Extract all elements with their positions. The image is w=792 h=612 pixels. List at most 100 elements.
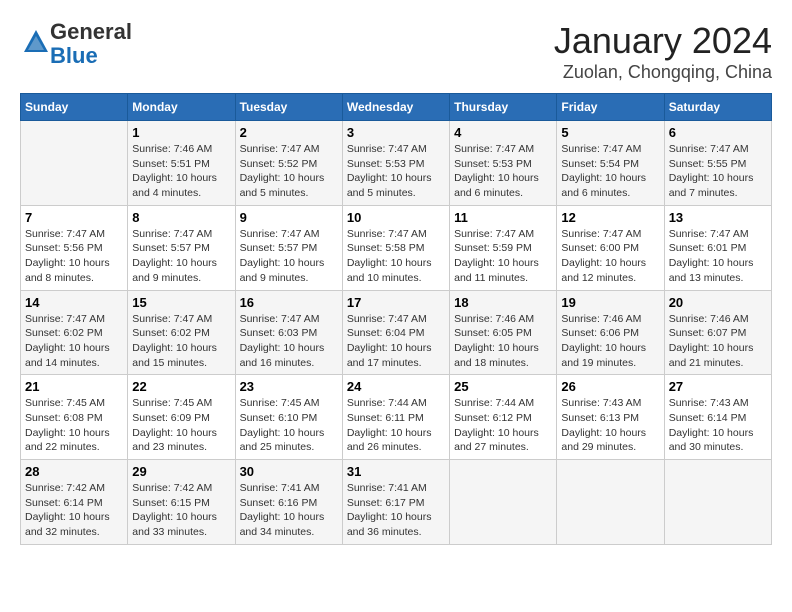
day-info: Sunrise: 7:44 AMSunset: 6:11 PMDaylight:…: [347, 396, 445, 455]
calendar-cell: 24 Sunrise: 7:44 AMSunset: 6:11 PMDaylig…: [342, 375, 449, 460]
calendar-cell: 29 Sunrise: 7:42 AMSunset: 6:15 PMDaylig…: [128, 460, 235, 545]
day-info: Sunrise: 7:46 AMSunset: 5:51 PMDaylight:…: [132, 142, 230, 201]
col-monday: Monday: [128, 94, 235, 121]
calendar-cell: 27 Sunrise: 7:43 AMSunset: 6:14 PMDaylig…: [664, 375, 771, 460]
calendar-cell: 9 Sunrise: 7:47 AMSunset: 5:57 PMDayligh…: [235, 205, 342, 290]
day-number: 23: [240, 379, 338, 394]
calendar-cell: 11 Sunrise: 7:47 AMSunset: 5:59 PMDaylig…: [450, 205, 557, 290]
calendar-cell: 20 Sunrise: 7:46 AMSunset: 6:07 PMDaylig…: [664, 290, 771, 375]
day-number: 25: [454, 379, 552, 394]
calendar-cell: 21 Sunrise: 7:45 AMSunset: 6:08 PMDaylig…: [21, 375, 128, 460]
calendar-cell: 23 Sunrise: 7:45 AMSunset: 6:10 PMDaylig…: [235, 375, 342, 460]
col-thursday: Thursday: [450, 94, 557, 121]
day-number: 5: [561, 125, 659, 140]
col-tuesday: Tuesday: [235, 94, 342, 121]
logo: General Blue: [20, 20, 132, 68]
calendar-cell: 30 Sunrise: 7:41 AMSunset: 6:16 PMDaylig…: [235, 460, 342, 545]
day-number: 22: [132, 379, 230, 394]
logo-text: General Blue: [50, 20, 132, 68]
page-subtitle: Zuolan, Chongqing, China: [554, 62, 772, 83]
day-info: Sunrise: 7:46 AMSunset: 6:05 PMDaylight:…: [454, 312, 552, 371]
day-info: Sunrise: 7:42 AMSunset: 6:15 PMDaylight:…: [132, 481, 230, 540]
day-number: 31: [347, 464, 445, 479]
calendar-cell: 26 Sunrise: 7:43 AMSunset: 6:13 PMDaylig…: [557, 375, 664, 460]
calendar-cell: 8 Sunrise: 7:47 AMSunset: 5:57 PMDayligh…: [128, 205, 235, 290]
day-number: 21: [25, 379, 123, 394]
day-info: Sunrise: 7:47 AMSunset: 6:00 PMDaylight:…: [561, 227, 659, 286]
day-number: 16: [240, 295, 338, 310]
day-number: 9: [240, 210, 338, 225]
week-row-1: 1 Sunrise: 7:46 AMSunset: 5:51 PMDayligh…: [21, 121, 772, 206]
day-info: Sunrise: 7:41 AMSunset: 6:16 PMDaylight:…: [240, 481, 338, 540]
day-info: Sunrise: 7:46 AMSunset: 6:06 PMDaylight:…: [561, 312, 659, 371]
day-number: 2: [240, 125, 338, 140]
day-number: 29: [132, 464, 230, 479]
day-info: Sunrise: 7:47 AMSunset: 5:56 PMDaylight:…: [25, 227, 123, 286]
calendar-cell: 19 Sunrise: 7:46 AMSunset: 6:06 PMDaylig…: [557, 290, 664, 375]
day-info: Sunrise: 7:47 AMSunset: 6:02 PMDaylight:…: [25, 312, 123, 371]
week-row-5: 28 Sunrise: 7:42 AMSunset: 6:14 PMDaylig…: [21, 460, 772, 545]
day-number: 19: [561, 295, 659, 310]
day-info: Sunrise: 7:45 AMSunset: 6:10 PMDaylight:…: [240, 396, 338, 455]
calendar-cell: 16 Sunrise: 7:47 AMSunset: 6:03 PMDaylig…: [235, 290, 342, 375]
day-number: 14: [25, 295, 123, 310]
day-info: Sunrise: 7:47 AMSunset: 5:57 PMDaylight:…: [132, 227, 230, 286]
calendar-cell: 25 Sunrise: 7:44 AMSunset: 6:12 PMDaylig…: [450, 375, 557, 460]
day-info: Sunrise: 7:47 AMSunset: 5:55 PMDaylight:…: [669, 142, 767, 201]
day-number: 26: [561, 379, 659, 394]
calendar-cell: 31 Sunrise: 7:41 AMSunset: 6:17 PMDaylig…: [342, 460, 449, 545]
day-info: Sunrise: 7:45 AMSunset: 6:08 PMDaylight:…: [25, 396, 123, 455]
calendar-cell: [450, 460, 557, 545]
day-number: 24: [347, 379, 445, 394]
day-info: Sunrise: 7:47 AMSunset: 5:53 PMDaylight:…: [347, 142, 445, 201]
day-info: Sunrise: 7:47 AMSunset: 6:04 PMDaylight:…: [347, 312, 445, 371]
page-title: January 2024: [554, 20, 772, 62]
calendar-cell: 17 Sunrise: 7:47 AMSunset: 6:04 PMDaylig…: [342, 290, 449, 375]
calendar-cell: [664, 460, 771, 545]
day-info: Sunrise: 7:47 AMSunset: 5:52 PMDaylight:…: [240, 142, 338, 201]
week-row-3: 14 Sunrise: 7:47 AMSunset: 6:02 PMDaylig…: [21, 290, 772, 375]
day-info: Sunrise: 7:47 AMSunset: 5:53 PMDaylight:…: [454, 142, 552, 201]
day-info: Sunrise: 7:43 AMSunset: 6:14 PMDaylight:…: [669, 396, 767, 455]
day-info: Sunrise: 7:47 AMSunset: 6:02 PMDaylight:…: [132, 312, 230, 371]
page-header: General Blue January 2024 Zuolan, Chongq…: [20, 20, 772, 83]
day-number: 18: [454, 295, 552, 310]
logo-icon: [22, 28, 50, 56]
day-number: 20: [669, 295, 767, 310]
day-number: 13: [669, 210, 767, 225]
header-row: Sunday Monday Tuesday Wednesday Thursday…: [21, 94, 772, 121]
day-info: Sunrise: 7:41 AMSunset: 6:17 PMDaylight:…: [347, 481, 445, 540]
calendar-cell: 14 Sunrise: 7:47 AMSunset: 6:02 PMDaylig…: [21, 290, 128, 375]
day-number: 8: [132, 210, 230, 225]
day-info: Sunrise: 7:47 AMSunset: 5:54 PMDaylight:…: [561, 142, 659, 201]
day-info: Sunrise: 7:47 AMSunset: 5:58 PMDaylight:…: [347, 227, 445, 286]
calendar-cell: 12 Sunrise: 7:47 AMSunset: 6:00 PMDaylig…: [557, 205, 664, 290]
calendar-cell: 2 Sunrise: 7:47 AMSunset: 5:52 PMDayligh…: [235, 121, 342, 206]
day-number: 27: [669, 379, 767, 394]
calendar-cell: 7 Sunrise: 7:47 AMSunset: 5:56 PMDayligh…: [21, 205, 128, 290]
day-info: Sunrise: 7:46 AMSunset: 6:07 PMDaylight:…: [669, 312, 767, 371]
day-number: 15: [132, 295, 230, 310]
week-row-2: 7 Sunrise: 7:47 AMSunset: 5:56 PMDayligh…: [21, 205, 772, 290]
calendar-cell: [557, 460, 664, 545]
day-info: Sunrise: 7:45 AMSunset: 6:09 PMDaylight:…: [132, 396, 230, 455]
day-info: Sunrise: 7:47 AMSunset: 5:59 PMDaylight:…: [454, 227, 552, 286]
col-sunday: Sunday: [21, 94, 128, 121]
day-number: 4: [454, 125, 552, 140]
day-number: 1: [132, 125, 230, 140]
day-number: 12: [561, 210, 659, 225]
day-number: 17: [347, 295, 445, 310]
day-number: 28: [25, 464, 123, 479]
calendar-cell: 6 Sunrise: 7:47 AMSunset: 5:55 PMDayligh…: [664, 121, 771, 206]
day-info: Sunrise: 7:42 AMSunset: 6:14 PMDaylight:…: [25, 481, 123, 540]
title-block: January 2024 Zuolan, Chongqing, China: [554, 20, 772, 83]
calendar-cell: 22 Sunrise: 7:45 AMSunset: 6:09 PMDaylig…: [128, 375, 235, 460]
day-info: Sunrise: 7:47 AMSunset: 6:03 PMDaylight:…: [240, 312, 338, 371]
calendar-cell: 28 Sunrise: 7:42 AMSunset: 6:14 PMDaylig…: [21, 460, 128, 545]
day-info: Sunrise: 7:43 AMSunset: 6:13 PMDaylight:…: [561, 396, 659, 455]
day-number: 6: [669, 125, 767, 140]
calendar-cell: [21, 121, 128, 206]
calendar-cell: 15 Sunrise: 7:47 AMSunset: 6:02 PMDaylig…: [128, 290, 235, 375]
calendar-cell: 1 Sunrise: 7:46 AMSunset: 5:51 PMDayligh…: [128, 121, 235, 206]
day-info: Sunrise: 7:44 AMSunset: 6:12 PMDaylight:…: [454, 396, 552, 455]
